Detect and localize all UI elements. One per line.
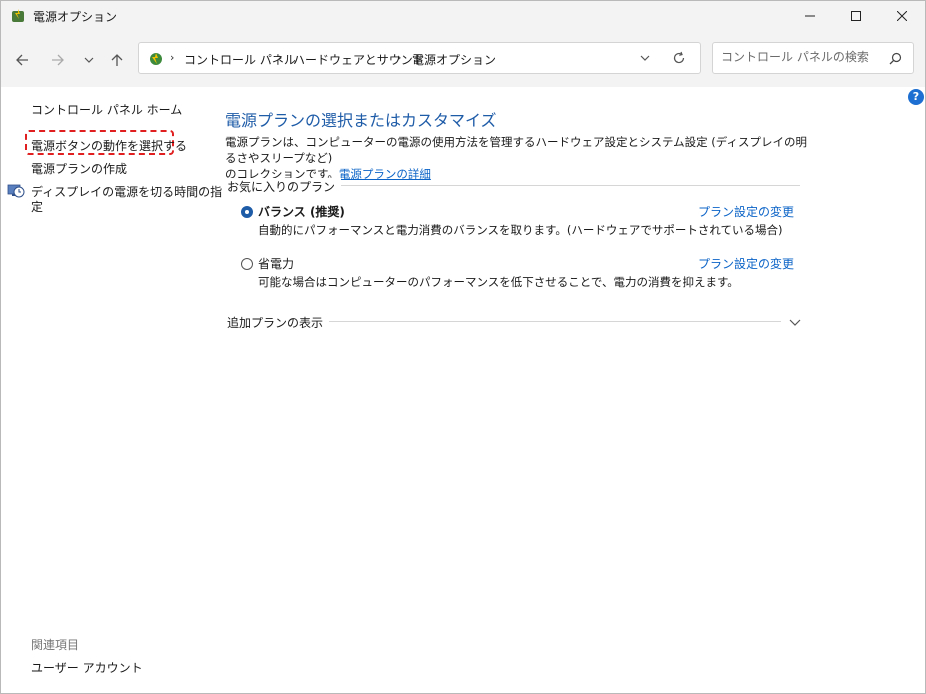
power-plan-details-link[interactable]: 電源プランの詳細: [339, 167, 431, 181]
breadcrumb-power-options[interactable]: 電源オプション: [412, 51, 496, 68]
maximize-button[interactable]: [833, 1, 879, 31]
breadcrumb-separator: ›: [170, 51, 175, 64]
recent-locations-button[interactable]: [78, 49, 100, 71]
close-icon: [897, 11, 907, 21]
minimize-icon: [805, 15, 815, 17]
back-button[interactable]: [11, 49, 33, 71]
minimize-button[interactable]: [787, 1, 833, 31]
related-header: 関連項目: [31, 638, 80, 652]
power-options-icon: [12, 9, 24, 22]
chevron-down-icon[interactable]: [789, 316, 801, 328]
arrow-up-icon: [111, 54, 123, 66]
plan-power-saver-name[interactable]: 省電力: [258, 255, 294, 272]
up-button[interactable]: [106, 49, 128, 71]
close-button[interactable]: [879, 1, 925, 31]
plan-power-saver-settings-link[interactable]: プラン設定の変更: [698, 255, 794, 272]
breadcrumb-separator: ›: [397, 51, 402, 64]
title-bar: 電源オプション: [1, 1, 925, 31]
plan-balanced-settings-link[interactable]: プラン設定の変更: [698, 203, 794, 220]
window: 電源オプション › コントロール パネル › ハードウェアとサウンド › 電源オ…: [0, 0, 926, 694]
chevron-down-icon[interactable]: [639, 52, 651, 64]
more-plans-label[interactable]: 追加プランの表示: [227, 314, 330, 331]
plan-balanced-radio[interactable]: [241, 206, 253, 218]
search-box[interactable]: [712, 42, 914, 74]
sidebar-item-power-button[interactable]: 電源ボタンの動作を選択する: [31, 137, 187, 154]
sidebar-control-panel-home[interactable]: コントロール パネル ホーム: [31, 101, 182, 118]
plan-power-saver-radio[interactable]: [241, 258, 253, 270]
page-description: 電源プランは、コンピューターの電源の使用方法を管理するハードウェア設定とシステム…: [225, 134, 815, 182]
chevron-down-icon: [84, 57, 94, 63]
sidebar-item-create-plan[interactable]: 電源プランの作成: [31, 160, 127, 177]
favorites-label: お気に入りのプラン: [227, 178, 342, 195]
window-title: 電源オプション: [33, 10, 118, 24]
search-icon[interactable]: [889, 52, 902, 65]
help-icon[interactable]: ?: [908, 89, 924, 105]
page-title: 電源プランの選択またはカスタマイズ: [225, 111, 497, 130]
breadcrumb-hardware-sound[interactable]: ハードウェアとサウンド: [293, 51, 425, 68]
description-line-1: 電源プランは、コンピューターの電源の使用方法を管理するハードウェア設定とシステム…: [225, 135, 807, 165]
refresh-icon[interactable]: [672, 51, 686, 65]
plan-balanced-name[interactable]: バランス (推奨): [258, 203, 345, 220]
navigation-bar: › コントロール パネル › ハードウェアとサウンド › 電源オプション: [1, 31, 925, 87]
forward-button[interactable]: [47, 49, 69, 71]
plan-power-saver-description: 可能な場合はコンピューターのパフォーマンスを低下させることで、電力の消費を抑えま…: [258, 275, 739, 289]
maximize-icon: [851, 11, 861, 21]
arrow-right-icon: [52, 54, 64, 66]
control-panel-icon: [150, 53, 162, 65]
breadcrumb-separator: ›: [278, 51, 283, 64]
address-bar[interactable]: › コントロール パネル › ハードウェアとサウンド › 電源オプション: [138, 42, 701, 74]
display-clock-icon: [7, 184, 25, 198]
sidebar-item-display-timeout[interactable]: ディスプレイの電源を切る時間の指: [31, 183, 222, 200]
sidebar-item-display-timeout-cont[interactable]: 定: [31, 198, 43, 215]
arrow-left-icon: [16, 54, 28, 66]
plan-balanced-description: 自動的にパフォーマンスと電力消費のバランスを取ります。(ハードウェアでサポートさ…: [258, 223, 783, 237]
search-input[interactable]: [721, 50, 881, 64]
sidebar-related-user-accounts[interactable]: ユーザー アカウント: [31, 659, 143, 676]
